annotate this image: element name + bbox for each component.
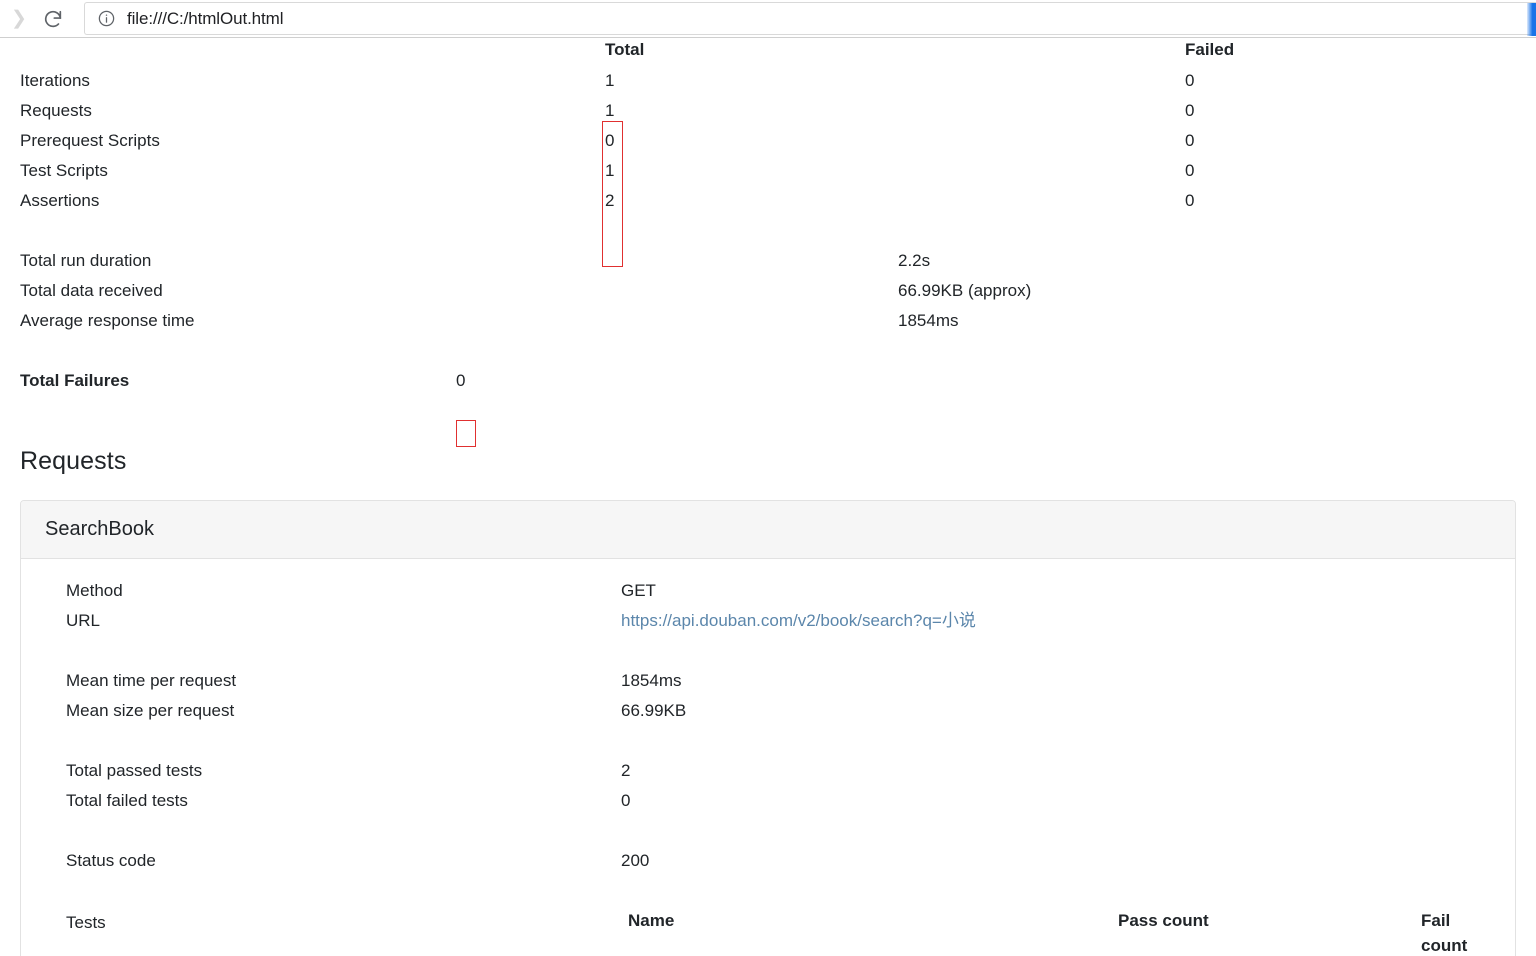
request-card-title: SearchBook [21,501,1515,560]
summary-label-assertions: Assertions [20,191,100,210]
total-failures-section: Total Failures 0 [20,369,1516,399]
summary-total-iterations: 1 [605,71,615,90]
stat-label-total-run-duration: Total run duration [20,251,152,270]
table-row: Test Scripts 1 0 [20,159,1516,189]
total-failures-value: 0 [456,371,466,390]
run-statistics: Total run duration 2.2s Total data recei… [20,249,1516,339]
request-label-mean-size: Mean size per request [66,701,235,721]
table-row: Iterations 1 0 [20,69,1516,99]
table-row: Mean time per request 1854ms [21,669,1515,699]
omnibox-focus-accent [1527,3,1536,36]
stat-value-total-data-received: 66.99KB (approx) [898,281,1032,300]
table-row: Requests 1 0 [20,99,1516,129]
table-row: Assertions 2 0 [20,189,1516,219]
summary-failed-iterations: 0 [1185,71,1195,90]
reload-icon[interactable] [36,2,70,36]
tests-header-pass-count: Pass count [1118,911,1209,931]
tests-table: Name Pass count Fail count [628,909,1515,956]
request-card-body: Method GET URL https://api.douban.com/v2… [21,559,1515,956]
summary-table: Total Failed Iterations 1 0 Requests 1 0… [0,38,1536,399]
request-label-method: Method [66,581,123,601]
request-value-mean-size: 66.99KB [621,701,687,721]
page-title: Requests [20,447,127,475]
browser-toolbar: ❯ file:///C:/htmlOut.html [0,0,1536,38]
request-url-link[interactable]: https://api.douban.com/v2/book/search?q=… [621,611,976,630]
stat-label-total-data-received: Total data received [20,281,163,300]
summary-label-test-scripts: Test Scripts [20,161,108,180]
stat-value-total-run-duration: 2.2s [898,251,931,270]
stat-label-average-response-time: Average response time [20,311,195,330]
summary-total-assertions: 2 [605,191,615,210]
tests-table-header-row: Name Pass count Fail count [628,909,1495,956]
table-row: Method GET [21,579,1515,609]
summary-label-prerequest-scripts: Prerequest Scripts [20,131,160,150]
site-info-icon[interactable] [97,9,116,28]
summary-header-total: Total [605,40,645,59]
tests-label: Tests [66,913,106,933]
address-bar[interactable]: file:///C:/htmlOut.html [84,2,1536,36]
summary-failed-prerequest-scripts: 0 [1185,131,1195,150]
tests-header-fail-count: Fail count [1421,911,1468,955]
summary-header-failed: Failed [1185,40,1235,59]
summary-header-row: Total Failed [20,38,1516,69]
summary-label-requests: Requests [20,101,92,120]
table-row: Total passed tests 2 [21,759,1515,789]
summary-failed-assertions: 0 [1185,191,1195,210]
request-label-url: URL [66,611,101,631]
request-value-total-failed-tests: 0 [621,791,631,811]
summary-total-requests: 1 [605,101,615,120]
table-row: Prerequest Scripts 0 0 [20,129,1516,159]
request-label-mean-time: Mean time per request [66,671,237,691]
table-row: Total failed tests 0 [21,789,1515,819]
table-row: Mean size per request 66.99KB [21,699,1515,729]
request-url-cell: https://api.douban.com/v2/book/search?q=… [621,609,1515,634]
request-label-total-failed-tests: Total failed tests [66,791,188,811]
summary-failed-test-scripts: 0 [1185,161,1195,180]
request-label-status-code: Status code [66,851,156,871]
request-card: SearchBook Method GET URL https://api.do… [20,500,1516,956]
request-value-mean-time: 1854ms [621,671,682,691]
tests-header-name: Name [628,911,675,931]
request-value-method: GET [621,581,656,601]
stat-value-average-response-time: 1854ms [898,311,959,330]
summary-total-prerequest-scripts: 0 [605,131,615,150]
forward-arrow-icon[interactable]: ❯ [6,6,32,32]
summary-label-iterations: Iterations [20,71,90,90]
total-failures-label: Total Failures [20,371,130,390]
table-row: Average response time 1854ms [20,309,1516,339]
table-row: Total data received 66.99KB (approx) [20,279,1516,309]
table-row: Total Failures 0 [20,369,1516,399]
summary-failed-requests: 0 [1185,101,1195,120]
request-value-status-code: 200 [621,851,650,871]
summary-total-test-scripts: 1 [605,161,615,180]
tests-table-section: Tests Name Pass count Fail count [21,909,1515,956]
request-label-total-passed-tests: Total passed tests [66,761,203,781]
request-value-total-passed-tests: 2 [621,761,631,781]
address-bar-url: file:///C:/htmlOut.html [127,8,284,28]
newman-report: Total Failed Iterations 1 0 Requests 1 0… [0,38,1536,956]
table-row: URL https://api.douban.com/v2/book/searc… [21,609,1515,639]
table-row: Status code 200 [21,849,1515,879]
table-row: Total run duration 2.2s [20,249,1516,279]
